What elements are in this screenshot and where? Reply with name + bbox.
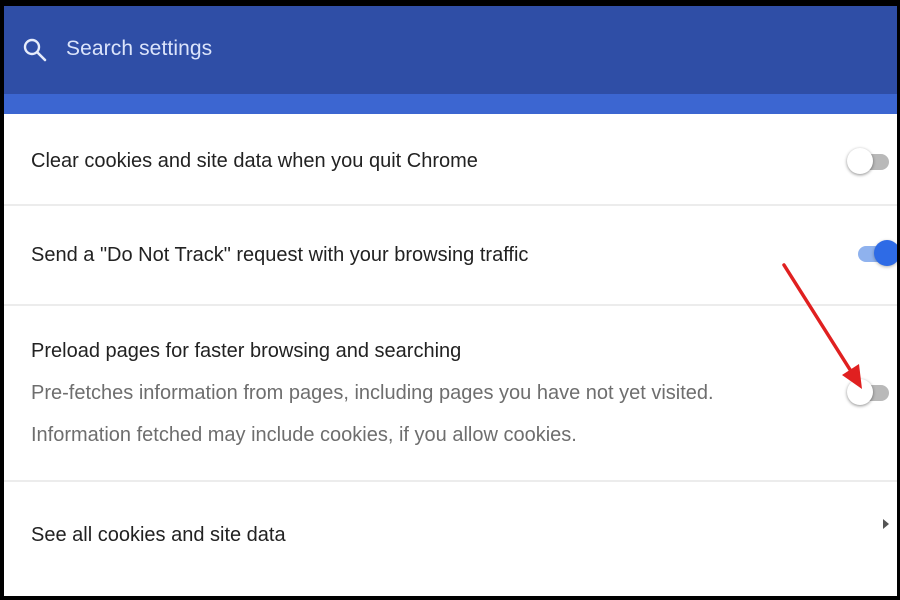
setting-label: Send a "Do Not Track" request with your … <box>31 244 529 266</box>
do-not-track-toggle[interactable] <box>854 238 897 268</box>
search-input[interactable]: Search settings <box>66 37 212 61</box>
setting-label: Preload pages for faster browsing and se… <box>31 340 462 362</box>
toggle-knob <box>874 240 897 266</box>
toggle-knob <box>847 379 873 405</box>
setting-row-preload-pages[interactable]: Preload pages for faster browsing and se… <box>4 306 897 482</box>
setting-row-see-all-cookies[interactable]: See all cookies and site data <box>4 482 897 596</box>
chevron-right-icon[interactable] <box>881 516 891 532</box>
settings-header: Search settings <box>4 6 897 94</box>
setting-label: Clear cookies and site data when you qui… <box>31 150 478 172</box>
header-strip <box>4 94 897 114</box>
clear-cookies-toggle[interactable] <box>847 146 893 176</box>
setting-description: Pre-fetches information from pages, incl… <box>31 382 714 446</box>
preload-pages-toggle[interactable] <box>847 377 893 407</box>
setting-label: See all cookies and site data <box>31 524 286 546</box>
setting-row-do-not-track[interactable]: Send a "Do Not Track" request with your … <box>4 206 897 306</box>
toggle-knob <box>847 148 873 174</box>
setting-row-clear-cookies[interactable]: Clear cookies and site data when you qui… <box>4 114 897 206</box>
search-icon[interactable] <box>22 37 48 63</box>
settings-window: Search settings Clear cookies and site d… <box>4 6 897 596</box>
